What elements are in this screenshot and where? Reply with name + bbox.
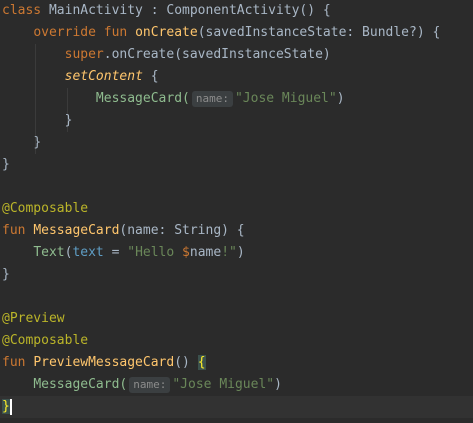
annotation: @Preview xyxy=(2,311,65,326)
keyword: override fun xyxy=(33,25,128,40)
code-line-17[interactable]: fun PreviewMessageCard() { xyxy=(2,352,206,374)
annotation: @Composable xyxy=(2,201,89,216)
parameters: () xyxy=(174,355,198,370)
matched-brace: } xyxy=(2,399,10,414)
text-caret xyxy=(9,398,12,415)
code-line-6[interactable]: } xyxy=(2,110,73,132)
code-line-15[interactable]: @Preview xyxy=(2,308,65,330)
annotation: @Composable xyxy=(2,333,89,348)
brace: } xyxy=(2,157,10,172)
code-line-8[interactable]: } xyxy=(2,154,10,176)
code-line-18[interactable]: MessageCard(name: "Jose Miguel") xyxy=(2,374,282,396)
function-name: MessageCard xyxy=(33,223,120,238)
equals: = xyxy=(103,245,128,260)
brace: } xyxy=(33,135,42,150)
function-name: PreviewMessageCard xyxy=(33,355,175,370)
named-argument: text xyxy=(72,245,104,260)
brace: } xyxy=(2,267,10,282)
parameters: (savedInstanceState: Bundle?) { xyxy=(197,25,441,40)
matched-brace: { xyxy=(197,355,206,370)
parameter-hint: name: xyxy=(129,377,171,393)
string-literal: "Jose Miguel" xyxy=(234,91,337,106)
brace: } xyxy=(64,113,73,128)
paren: ) xyxy=(236,245,245,260)
keyword: super xyxy=(64,47,104,62)
code-line-2[interactable]: override fun onCreate(savedInstanceState… xyxy=(2,22,440,44)
paren: ) xyxy=(274,377,282,392)
code-line-13[interactable]: } xyxy=(2,264,10,286)
class-declaration: MainActivity : ComponentActivity() { xyxy=(41,3,331,18)
template-variable: name xyxy=(189,245,222,260)
function-call: MessageCard( xyxy=(95,91,190,106)
string-literal: "Jose Miguel" xyxy=(172,377,275,392)
parameter-hint: name: xyxy=(191,91,233,107)
code-line-19-current[interactable]: } xyxy=(0,396,473,418)
paren: ) xyxy=(336,91,345,106)
code-line-4[interactable]: setContent { xyxy=(2,66,159,88)
code-line-3[interactable]: super.onCreate(savedInstanceState) xyxy=(2,44,331,66)
code-editor[interactable]: class MainActivity : ComponentActivity()… xyxy=(0,0,473,423)
function-call: MessageCard( xyxy=(33,377,128,392)
keyword: fun xyxy=(2,355,26,370)
code-line-11[interactable]: fun MessageCard(name: String) { xyxy=(2,220,245,242)
code-line-12[interactable]: Text(text = "Hello $name!") xyxy=(2,242,245,264)
code-line-10[interactable]: @Composable xyxy=(2,198,88,220)
template-dollar: $ xyxy=(182,245,190,260)
code-line-1[interactable]: class MainActivity : ComponentActivity()… xyxy=(2,0,331,22)
call-expression: .onCreate(savedInstanceState) xyxy=(103,47,331,62)
code-line-16[interactable]: @Composable xyxy=(2,330,88,352)
string-literal: !" xyxy=(221,245,237,260)
function-call: setContent xyxy=(64,69,143,84)
code-line-7[interactable]: } xyxy=(2,132,41,154)
code-line-5[interactable]: MessageCard(name: "Jose Miguel") xyxy=(2,88,345,110)
keyword: class xyxy=(2,3,42,18)
keyword: fun xyxy=(2,223,26,238)
parameters: (name: String) { xyxy=(119,223,245,238)
brace: { xyxy=(142,69,159,84)
function-name: onCreate xyxy=(135,25,198,40)
function-call: Text xyxy=(33,245,65,260)
string-literal: "Hello xyxy=(127,245,183,260)
